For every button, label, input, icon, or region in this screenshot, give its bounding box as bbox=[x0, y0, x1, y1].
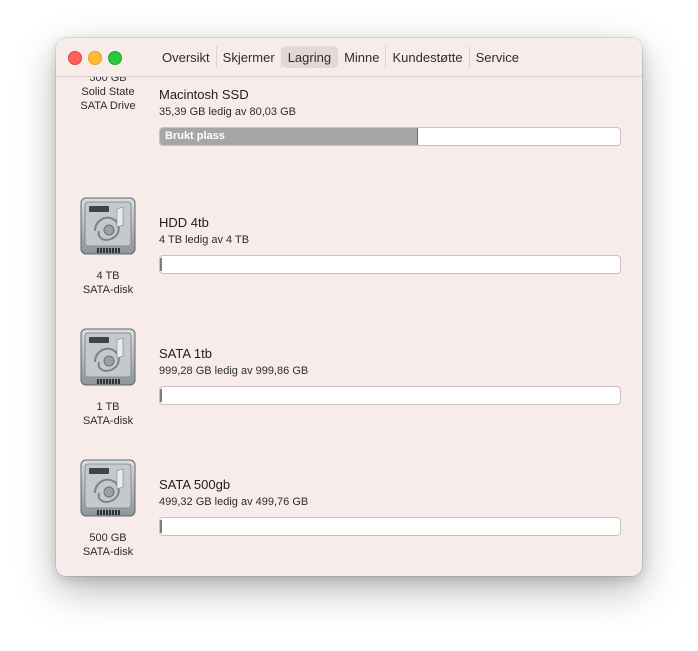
used-space-marker bbox=[160, 389, 162, 402]
drive-name: SATA 1tb bbox=[159, 346, 212, 361]
drive-capacity-caption: 4 TB SATA-disk bbox=[82, 270, 134, 296]
used-space-marker bbox=[160, 258, 162, 271]
storage-usage-bar bbox=[159, 255, 621, 274]
storage-drive-item: 1 TB SATA-disk SATA 1tb 999,28 GB ledig … bbox=[56, 328, 642, 458]
drive-free-space: 499,32 GB ledig av 499,76 GB bbox=[159, 496, 309, 508]
zoom-window-button[interactable] bbox=[108, 51, 122, 65]
used-space-marker bbox=[160, 520, 162, 533]
used-space-label: Brukt plass bbox=[165, 130, 225, 142]
hard-drive-icon bbox=[80, 459, 136, 517]
minimize-window-button[interactable] bbox=[88, 51, 102, 65]
tab-bar: Oversikt Skjermer Lagring Minne Kundestø… bbox=[156, 46, 525, 68]
drive-name: Macintosh SSD bbox=[159, 87, 249, 102]
drive-capacity-caption: 1 TB SATA-disk bbox=[82, 401, 134, 427]
storage-list[interactable]: 500 GB Solid State SATA Drive Macintosh … bbox=[56, 77, 642, 576]
tab-storage[interactable]: Lagring bbox=[281, 46, 339, 68]
storage-drive-item: 500 GB Solid State SATA Drive Macintosh … bbox=[56, 77, 642, 199]
drive-name: HDD 4tb bbox=[159, 215, 209, 230]
drive-free-space: 999,28 GB ledig av 999,86 GB bbox=[159, 365, 309, 377]
drive-free-space: 4 TB ledig av 4 TB bbox=[159, 234, 250, 246]
storage-drive-item: 500 GB SATA-disk SATA 500gb 499,32 GB le… bbox=[56, 459, 642, 576]
storage-usage-bar bbox=[159, 517, 621, 536]
drive-capacity-caption: 500 GB Solid State SATA Drive bbox=[80, 77, 136, 112]
storage-usage-bar bbox=[159, 386, 621, 405]
drive-name: SATA 500gb bbox=[159, 477, 231, 492]
storage-window: Oversikt Skjermer Lagring Minne Kundestø… bbox=[56, 38, 642, 576]
hard-drive-icon bbox=[80, 328, 136, 386]
tab-memory[interactable]: Minne bbox=[338, 46, 387, 68]
tab-service[interactable]: Service bbox=[470, 46, 525, 68]
hard-drive-icon bbox=[80, 197, 136, 255]
drive-free-space: 35,39 GB ledig av 80,03 GB bbox=[159, 106, 296, 118]
title-bar: Oversikt Skjermer Lagring Minne Kundestø… bbox=[56, 38, 642, 77]
storage-usage-bar: Brukt plass bbox=[159, 127, 621, 146]
drive-capacity-caption: 500 GB SATA-disk bbox=[82, 532, 134, 558]
used-space-fill: Brukt plass bbox=[160, 128, 418, 145]
tab-overview[interactable]: Oversikt bbox=[156, 46, 217, 68]
storage-drive-item: 4 TB SATA-disk HDD 4tb 4 TB ledig av 4 T… bbox=[56, 197, 642, 327]
close-window-button[interactable] bbox=[68, 51, 82, 65]
tab-displays[interactable]: Skjermer bbox=[217, 46, 282, 68]
tab-support[interactable]: Kundestøtte bbox=[386, 46, 470, 68]
